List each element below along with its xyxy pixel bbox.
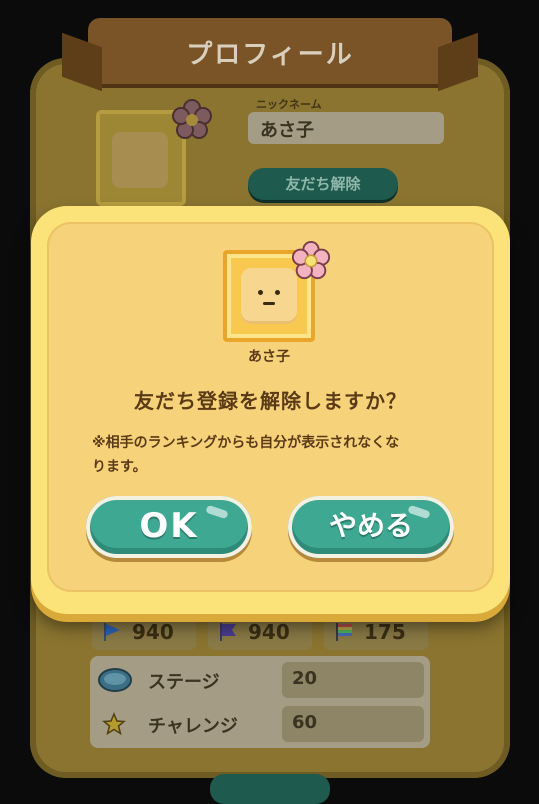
friend-avatar-face	[241, 268, 297, 324]
stage-oval-icon	[98, 668, 132, 692]
stat-value: 940	[132, 620, 174, 644]
avatar-eye-left	[258, 290, 263, 295]
note-line-1: ※相手のランキングからも自分が表示されなくな	[92, 435, 400, 451]
flower-badge-icon	[172, 99, 212, 139]
stat-value: 940	[248, 620, 290, 644]
page-title: プロフィール	[186, 40, 354, 70]
nickname-field: あさ子	[248, 112, 444, 144]
avatar-eye-right	[275, 290, 280, 295]
nickname-value: あさ子	[260, 120, 314, 141]
confirm-note: ※相手のランキングからも自分が表示されなくな ります。	[92, 431, 454, 479]
challenge-row: チャレンジ 60	[90, 702, 430, 746]
stats-row: 940 940 175	[92, 614, 428, 652]
flower-badge-icon	[291, 240, 331, 280]
challenge-value: 60	[292, 712, 318, 733]
stat-rainbow: 175	[324, 614, 428, 650]
ok-button[interactable]: OK	[86, 496, 252, 558]
stage-value-box: 20	[282, 662, 424, 698]
star-icon	[102, 712, 126, 736]
cancel-button[interactable]: やめる	[288, 496, 454, 558]
confirm-question: 友だち登録を解除しますか？	[134, 389, 407, 413]
title-ribbon: プロフィール	[88, 18, 452, 84]
stage-row: ステージ 20	[90, 658, 430, 702]
blue-flag-icon	[104, 623, 120, 641]
profile-avatar-face	[112, 132, 168, 188]
avatar-mouth	[263, 302, 275, 305]
record-rows: ステージ 20 チャレンジ 60	[90, 656, 430, 748]
nickname-label: ニックネーム	[256, 98, 322, 111]
stage-value: 20	[292, 668, 318, 689]
challenge-value-box: 60	[282, 706, 424, 742]
unfriend-button[interactable]: 友だち解除	[248, 168, 398, 200]
purple-flag-icon	[220, 623, 236, 641]
stat-blue: 940	[92, 614, 196, 650]
stat-value: 175	[364, 620, 406, 644]
challenge-label: チャレンジ	[148, 716, 238, 737]
friend-name: あさ子	[248, 349, 290, 365]
note-line-2: ります。	[92, 459, 147, 475]
rainbow-flag-icon	[336, 623, 352, 641]
stat-purple: 940	[208, 614, 312, 650]
stage-label: ステージ	[148, 672, 220, 693]
